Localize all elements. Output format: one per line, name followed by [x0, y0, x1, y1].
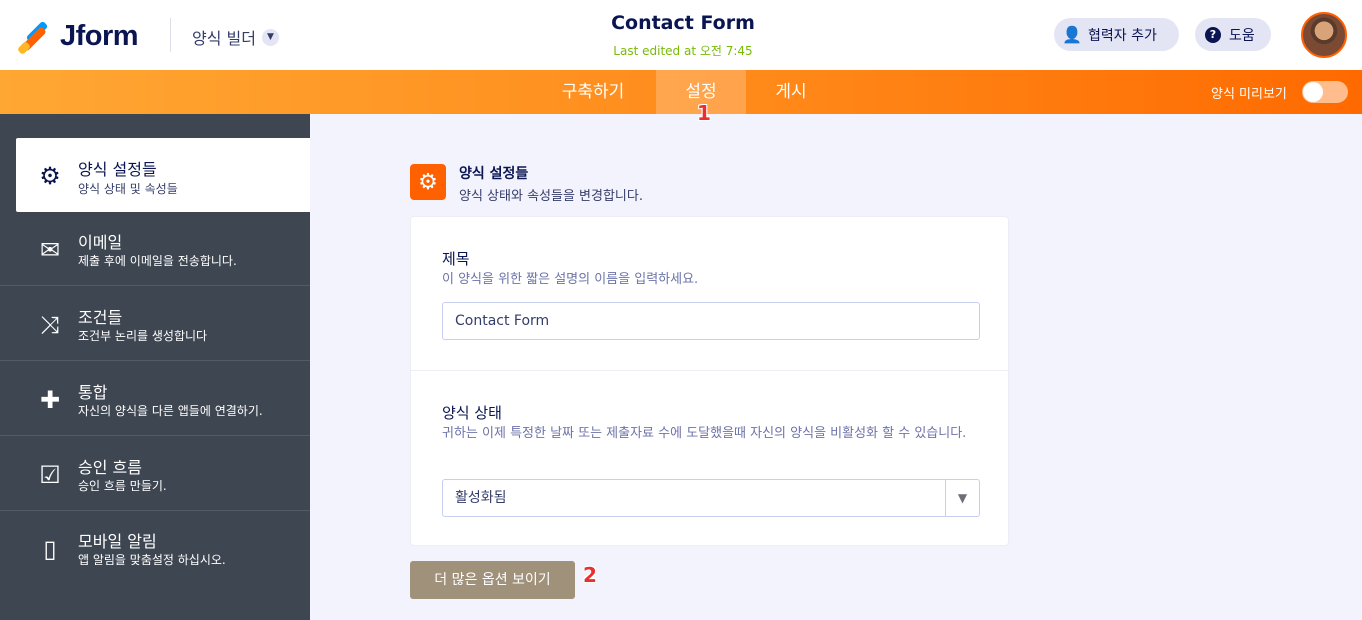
form-title[interactable]: Contact Form [533, 12, 833, 34]
add-collaborator-label: 협력자 추가 [1088, 27, 1157, 44]
add-collaborator-button[interactable]: 👤 협력자 추가 [1054, 18, 1179, 51]
help-button[interactable]: ? 도움 [1195, 18, 1271, 51]
top-header: Jform 양식 빌더 ▼ Contact Form Last edited a… [0, 0, 1362, 70]
avatar[interactable] [1301, 12, 1347, 58]
last-edited-text: Last edited at 오전 7:45 [613, 44, 753, 58]
section-subtitle: 양식 상태와 속성들을 변경합니다. [459, 189, 643, 204]
envelope-icon: ✉ [39, 236, 61, 264]
sidebar-item-sub: 양식 상태 및 속성들 [78, 182, 178, 196]
sidebar-item-title: 모바일 알림 [78, 532, 157, 551]
title-field-help: 이 양식을 위한 짧은 설명의 이름을 입력하세요. [442, 272, 699, 287]
sidebar-item-sub: 자신의 양식을 다른 앱들에 연결하기. [78, 404, 263, 418]
caret-down-icon: ▼ [945, 480, 979, 516]
annotation-marker-1: 1 [697, 101, 711, 125]
tab-publish[interactable]: 게시 [760, 70, 822, 114]
toggle-knob [1303, 82, 1323, 102]
card-divider [411, 370, 1008, 371]
title-input[interactable]: Contact Form [442, 302, 980, 340]
jform-logo-icon [16, 20, 49, 55]
puzzle-icon: ✚ [39, 386, 61, 414]
approval-icon: ☑ [39, 461, 61, 489]
annotation-marker-2: 2 [583, 563, 597, 587]
sidebar-item-title: 양식 설정들 [78, 160, 157, 179]
builder-dropdown[interactable]: 양식 빌더 ▼ [192, 25, 279, 49]
tab-build[interactable]: 구축하기 [544, 70, 642, 114]
nav-bar: 구축하기 설정 게시 [0, 70, 1362, 114]
sidebar-item-form-settings[interactable]: ⚙ 양식 설정들 양식 상태 및 속성들 [16, 138, 310, 212]
sidebar-item-title: 통합 [78, 383, 108, 402]
sidebar-item-sub: 제출 후에 이메일을 전송합니다. [78, 254, 237, 268]
status-field-help: 귀하는 이제 특정한 날짜 또는 제출자료 수에 도달했을때 자신의 양식을 비… [442, 426, 967, 441]
sidebar-item-sub: 조건부 논리를 생성합니다 [78, 329, 208, 343]
sidebar-item-mobile-notifications[interactable]: ▯ 모바일 알림 앱 알림을 맞춤설정 하십시오. [0, 511, 310, 585]
shuffle-icon: ⤨ [40, 311, 60, 339]
sidebar-item-conditions[interactable]: ⤨ 조건들 조건부 논리를 생성합니다 [0, 287, 310, 361]
sidebar-item-title: 조건들 [78, 308, 123, 327]
sidebar-item-sub: 앱 알림을 맞춤설정 하십시오. [78, 553, 226, 567]
sidebar-item-sub: 승인 흐름 만들기. [78, 479, 167, 493]
chevron-down-icon: ▼ [261, 28, 279, 46]
sidebar-item-title: 이메일 [78, 233, 123, 252]
gear-icon: ⚙ [410, 164, 446, 200]
title-field-label: 제목 [442, 250, 470, 268]
sidebar-item-approval-flow[interactable]: ☑ 승인 흐름 승인 흐름 만들기. [0, 437, 310, 511]
settings-sidebar: ⚙ 양식 설정들 양식 상태 및 속성들 ✉ 이메일 제출 후에 이메일을 전송… [0, 114, 310, 620]
sidebar-item-integrations[interactable]: ✚ 통합 자신의 양식을 다른 앱들에 연결하기. [0, 362, 310, 436]
sidebar-item-title: 승인 흐름 [78, 458, 142, 477]
settings-card: 제목 이 양식을 위한 짧은 설명의 이름을 입력하세요. Contact Fo… [410, 216, 1009, 546]
gear-icon: ⚙ [39, 162, 61, 190]
show-more-options-button[interactable]: 더 많은 옵션 보이기 [410, 561, 575, 599]
status-select-value: 활성화됨 [455, 490, 507, 506]
status-field-label: 양식 상태 [442, 404, 502, 422]
header-divider [170, 18, 171, 52]
jform-logo[interactable]: Jform [16, 20, 139, 55]
user-icon: 👤 [1062, 25, 1082, 44]
preview-label: 양식 미리보기 [1211, 87, 1287, 102]
builder-label: 양식 빌더 [192, 29, 256, 48]
preview-toggle[interactable] [1302, 81, 1348, 103]
status-select[interactable]: 활성화됨 ▼ [442, 479, 980, 517]
question-icon: ? [1205, 26, 1221, 43]
help-label: 도움 [1229, 27, 1255, 44]
mobile-icon: ▯ [43, 535, 57, 563]
logo-text: Jform [60, 20, 139, 52]
section-title: 양식 설정들 [459, 166, 529, 182]
sidebar-item-email[interactable]: ✉ 이메일 제출 후에 이메일을 전송합니다. [0, 212, 310, 286]
form-title-block: Contact Form Last edited at 오전 7:45 [533, 12, 833, 59]
